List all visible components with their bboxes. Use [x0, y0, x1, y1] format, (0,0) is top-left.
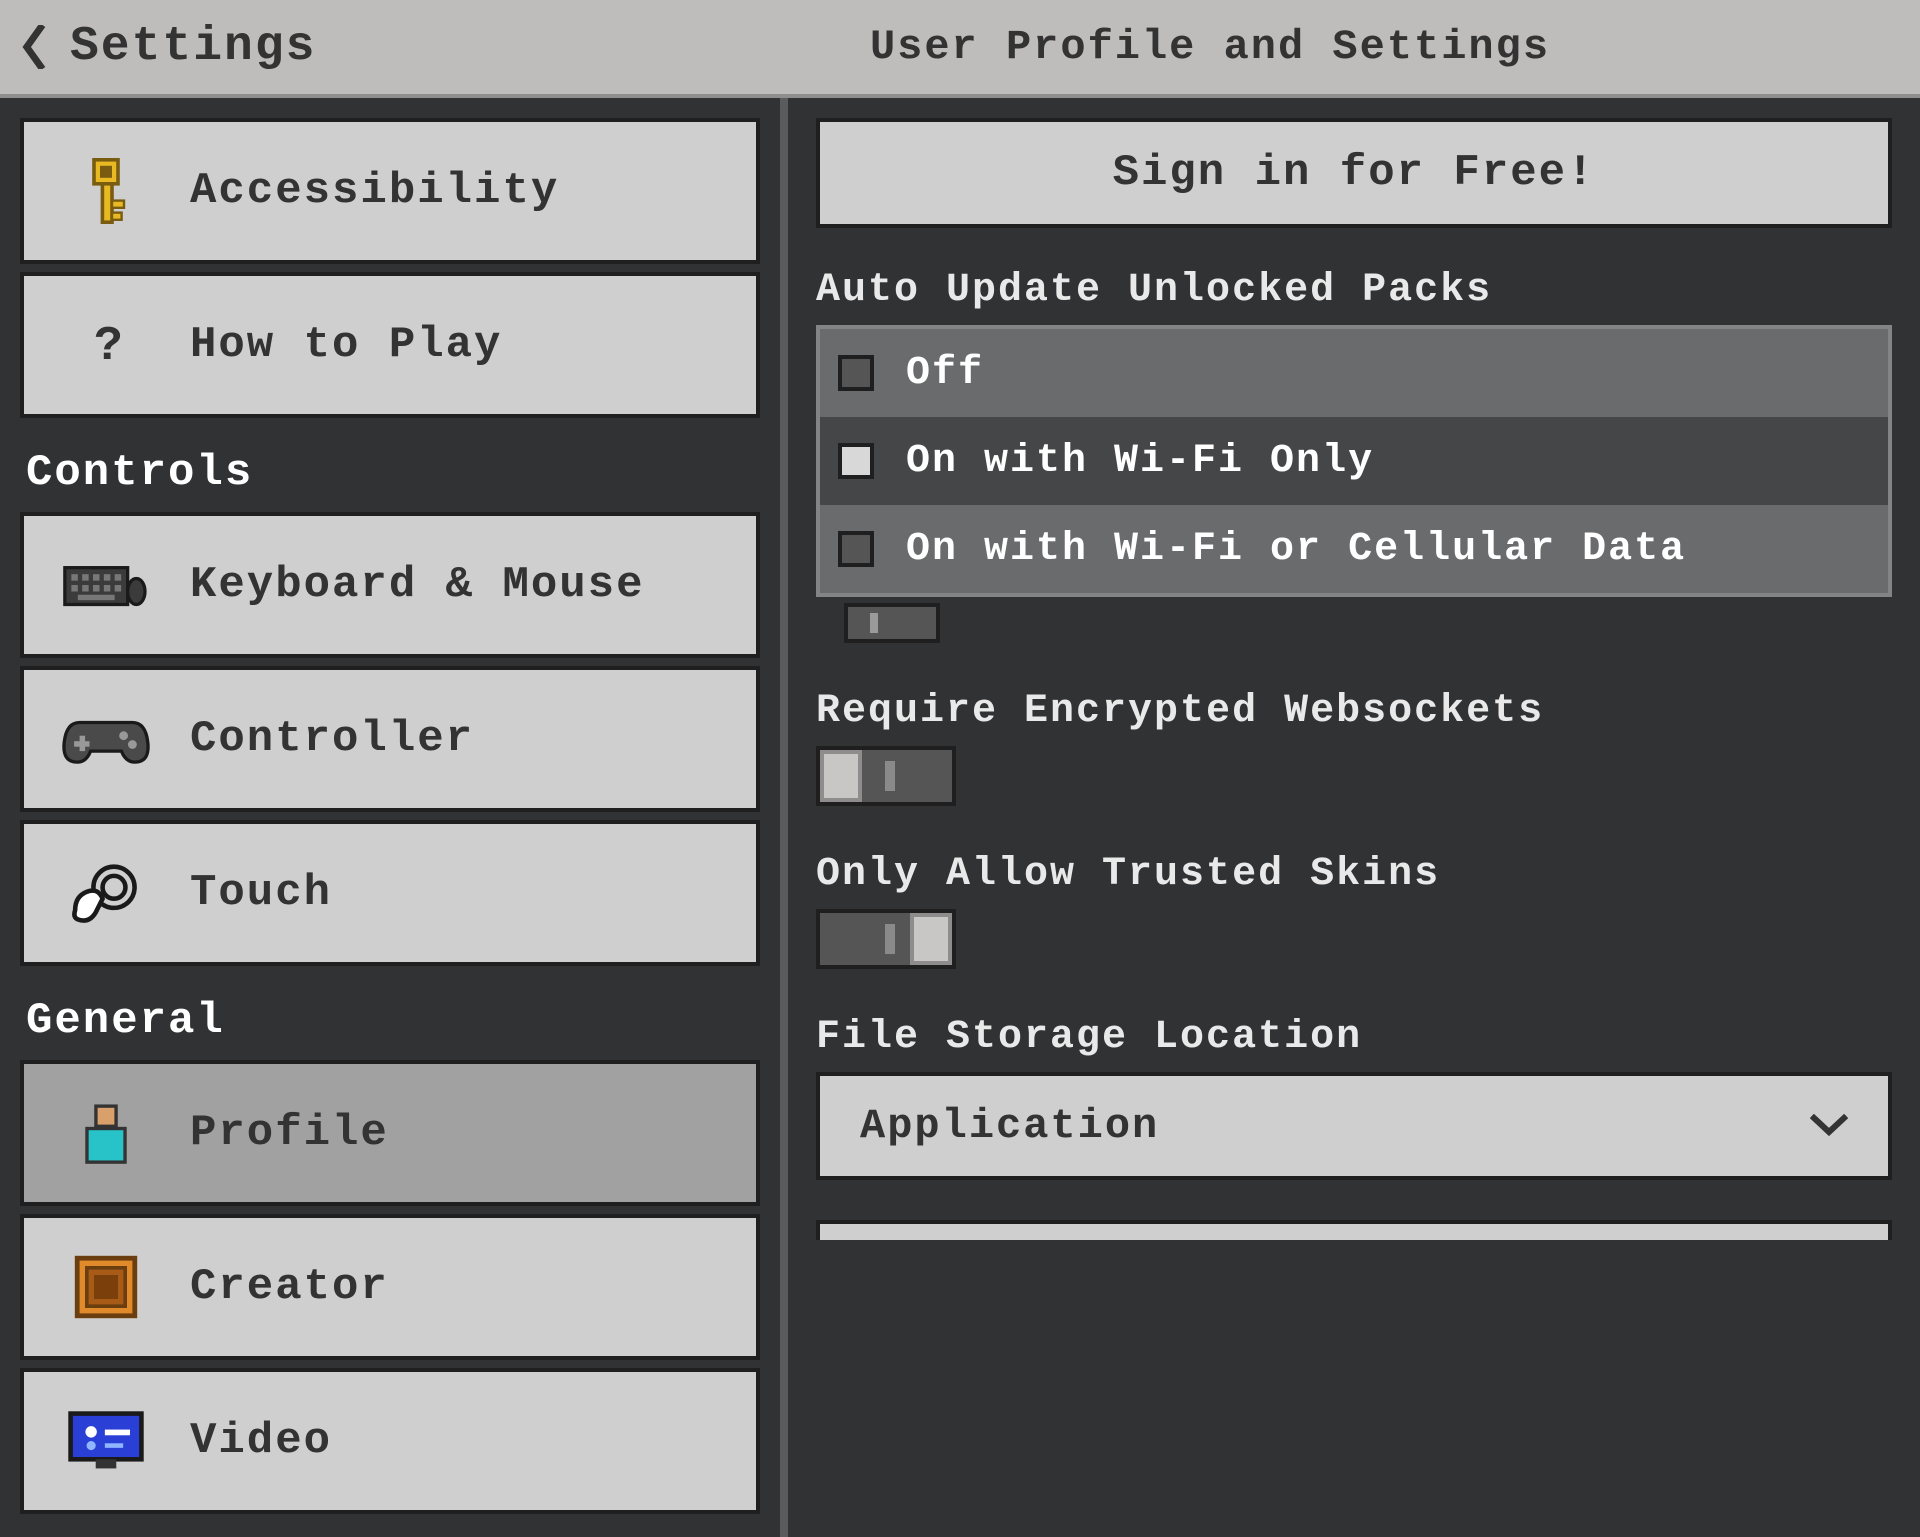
- video-icon: [62, 1397, 150, 1485]
- sidebar-item-howtoplay[interactable]: ? How to Play: [20, 272, 760, 418]
- profile-icon: [62, 1089, 150, 1177]
- creator-icon: [62, 1243, 150, 1331]
- back-title: Settings: [70, 20, 316, 74]
- page-title: User Profile and Settings: [250, 23, 1920, 71]
- dropdown-value: Application: [860, 1102, 1159, 1150]
- trusted-skins-label: Only Allow Trusted Skins: [816, 852, 1892, 897]
- toggle-knob-icon: [910, 913, 952, 965]
- radio-box-icon: [838, 443, 874, 479]
- pane-divider: [780, 98, 788, 1537]
- websockets-label: Require Encrypted Websockets: [816, 689, 1892, 734]
- storage-dropdown[interactable]: Application: [816, 1072, 1892, 1180]
- sidebar-item-touch[interactable]: Touch: [20, 820, 760, 966]
- sidebar-item-label: Keyboard & Mouse: [190, 560, 644, 610]
- toggle-knob-icon: [820, 750, 862, 802]
- sidebar-item-keyboard[interactable]: Keyboard & Mouse: [20, 512, 760, 658]
- sidebar-item-label: Creator: [190, 1262, 389, 1312]
- partial-toggle[interactable]: [844, 603, 940, 643]
- sidebar-item-creator[interactable]: Creator: [20, 1214, 760, 1360]
- sign-in-label: Sign in for Free!: [1113, 148, 1596, 198]
- radio-option-off[interactable]: Off: [820, 329, 1888, 417]
- sidebar-item-profile[interactable]: Profile: [20, 1060, 760, 1206]
- radio-box-icon: [838, 355, 874, 391]
- content-pane: Sign in for Free! Auto Update Unlocked P…: [788, 98, 1920, 1537]
- sidebar-item-controller[interactable]: Controller: [20, 666, 760, 812]
- radio-option-wifi[interactable]: On with Wi-Fi Only: [820, 417, 1888, 505]
- key-icon: [62, 147, 150, 235]
- radio-box-icon: [838, 531, 874, 567]
- toggle-off-mark-icon: [885, 761, 895, 791]
- radio-label: On with Wi-Fi or Cellular Data: [906, 527, 1686, 572]
- sidebar-item-label: Touch: [190, 868, 332, 918]
- sidebar-item-label: Video: [190, 1416, 332, 1466]
- radio-label: Off: [906, 351, 984, 396]
- header-bar: Settings User Profile and Settings: [0, 0, 1920, 98]
- sidebar-item-label: Profile: [190, 1108, 389, 1158]
- trusted-skins-toggle[interactable]: [816, 909, 956, 969]
- chevron-down-icon: [1810, 1114, 1848, 1138]
- radio-label: On with Wi-Fi Only: [906, 439, 1374, 484]
- sidebar-item-label: How to Play: [190, 320, 502, 370]
- radio-option-wifi-cellular[interactable]: On with Wi-Fi or Cellular Data: [820, 505, 1888, 593]
- toggle-on-mark-icon: [885, 924, 895, 954]
- chevron-left-icon: [21, 25, 49, 69]
- gamepad-icon: [62, 695, 150, 783]
- section-header-controls: Controls: [20, 426, 760, 512]
- sidebar-item-label: Accessibility: [190, 166, 559, 216]
- sign-in-button[interactable]: Sign in for Free!: [816, 118, 1892, 228]
- question-icon: ?: [62, 301, 150, 389]
- auto-update-label: Auto Update Unlocked Packs: [816, 268, 1892, 313]
- sidebar-item-label: Controller: [190, 714, 474, 764]
- section-header-general: General: [20, 974, 760, 1060]
- touch-icon: [62, 849, 150, 937]
- keyboard-icon: [62, 541, 150, 629]
- back-button[interactable]: [0, 0, 70, 94]
- sidebar-item-video[interactable]: Video: [20, 1368, 760, 1514]
- storage-label: File Storage Location: [816, 1015, 1892, 1060]
- partial-next-item: [816, 1220, 1892, 1240]
- sidebar-item-accessibility[interactable]: Accessibility: [20, 118, 760, 264]
- auto-update-radio-group: Off On with Wi-Fi Only On with Wi-Fi or …: [816, 325, 1892, 597]
- sidebar: Accessibility ? How to Play Controls: [0, 98, 780, 1537]
- websockets-toggle[interactable]: [816, 746, 956, 806]
- svg-text:?: ?: [94, 320, 123, 374]
